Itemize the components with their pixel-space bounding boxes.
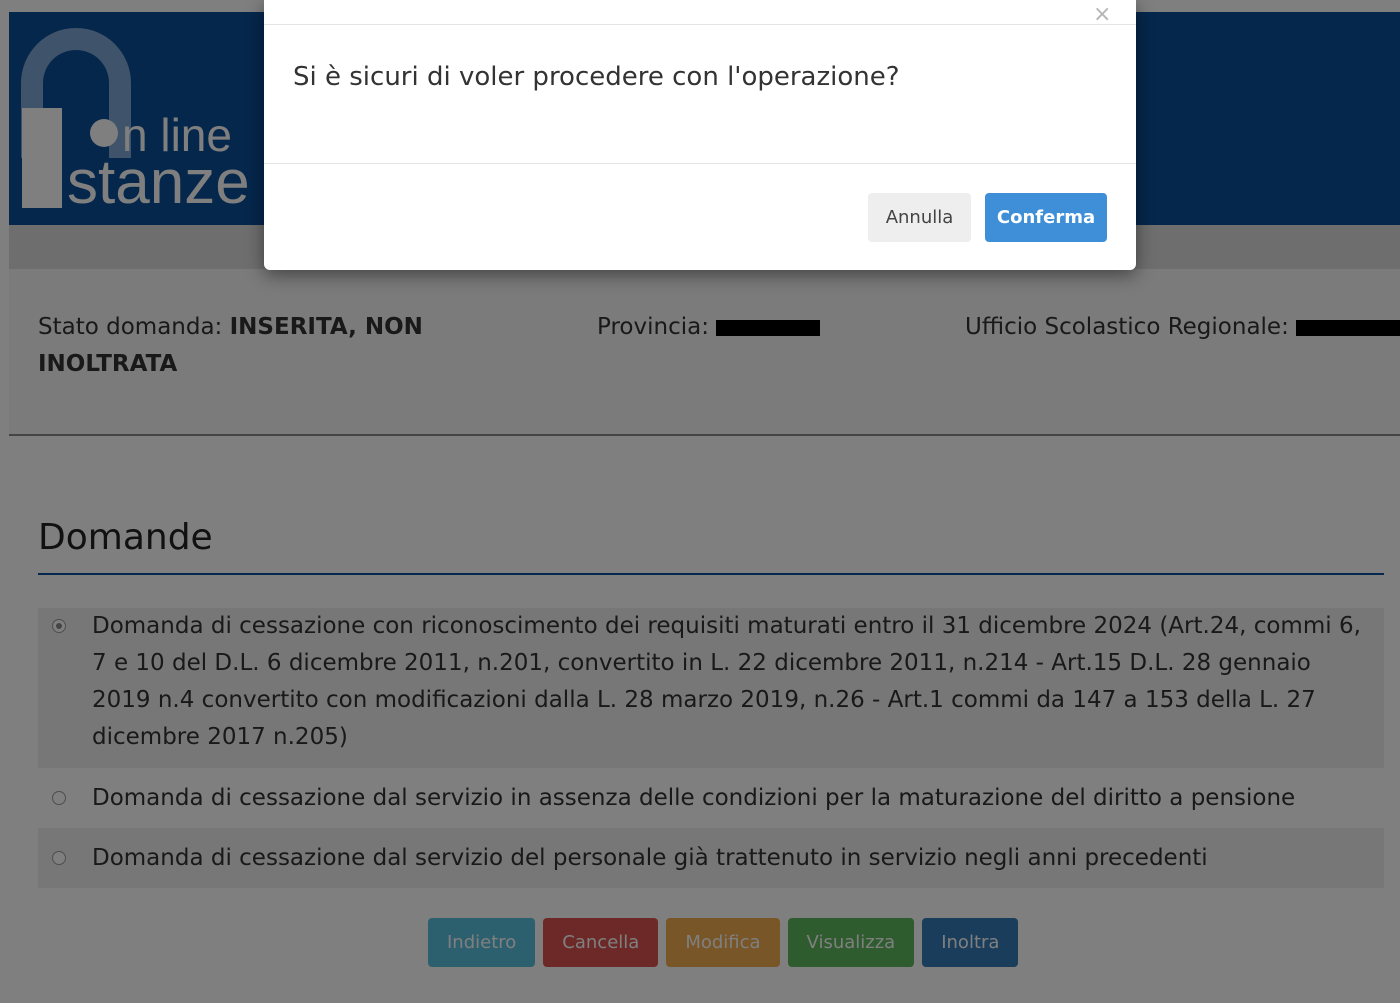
dialog-header-divider [264, 24, 1136, 25]
dialog-footer-divider [264, 163, 1136, 164]
dialog-message: Si è sicuri di voler procedere con l'ope… [293, 62, 900, 92]
annulla-button[interactable]: Annulla [868, 193, 971, 242]
conferma-button[interactable]: Conferma [985, 193, 1107, 242]
close-icon[interactable]: × [1093, 2, 1111, 28]
confirm-dialog: × Si è sicuri di voler procedere con l'o… [264, 0, 1136, 270]
